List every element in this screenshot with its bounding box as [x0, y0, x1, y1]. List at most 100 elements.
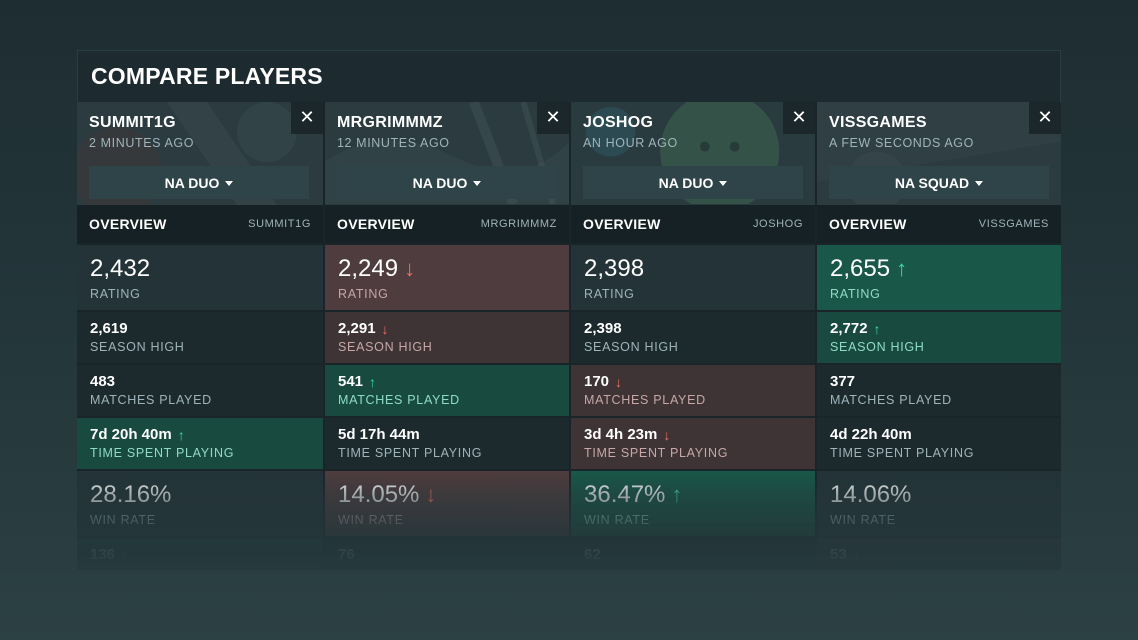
- chevron-down-icon: [719, 180, 728, 186]
- stat-value: 7d 20h 40m: [90, 426, 172, 443]
- stat-value: 36.47%: [584, 481, 666, 508]
- stat-label: RATING: [90, 287, 141, 301]
- chevron-down-icon: [225, 180, 234, 186]
- stat-label: TIME SPENT PLAYING: [584, 446, 729, 460]
- player-header: JOSHOG AN HOUR AGO NA DUO ✕: [571, 102, 815, 205]
- chevron-down-icon: [473, 180, 482, 186]
- stat-row: 2,655 ↑ RATING: [817, 243, 1061, 310]
- stat-value-row: 377: [830, 373, 1048, 390]
- stat-row: 136 ↑: [77, 536, 323, 570]
- stat-row: 14.05% ↓ WIN RATE: [325, 469, 569, 536]
- player-columns: SUMMIT1G 2 MINUTES AGO NA DUO ✕ OVERVIEW SUMM…: [77, 102, 1061, 570]
- overview-tab-bar: OVERVIEW VISSGAMES: [817, 205, 1061, 243]
- stat-value: 14.05%: [338, 481, 420, 508]
- stat-value-row: 170 ↓: [584, 373, 802, 390]
- stat-row: 36.47% ↑ WIN RATE: [571, 469, 815, 536]
- stat-row: 53 ↓: [817, 536, 1061, 570]
- player-name[interactable]: SUMMIT1G: [89, 114, 311, 132]
- tab-username[interactable]: VISSGAMES: [979, 218, 1049, 230]
- stat-value: 136: [90, 546, 116, 563]
- stat-value: 2,249: [338, 255, 399, 282]
- arrow-up-icon: ↑: [369, 373, 377, 390]
- stat-value-row: 76: [338, 546, 556, 563]
- mode-label: NA DUO: [164, 174, 220, 191]
- arrow-down-icon: ↓: [425, 482, 437, 507]
- stat-row: 483 MATCHES PLAYED: [77, 363, 323, 416]
- stat-value-row: 14.06%: [830, 481, 1048, 509]
- stat-value: 62: [584, 546, 601, 563]
- stat-row: 3d 4h 23m ↓ TIME SPENT PLAYING: [571, 416, 815, 469]
- mode-label: NA SQUAD: [894, 174, 970, 191]
- stat-value: 2,398: [584, 255, 645, 282]
- arrow-up-icon: ↑: [177, 426, 185, 443]
- player-column: SUMMIT1G 2 MINUTES AGO NA DUO ✕ OVERVIEW SUMM…: [77, 102, 323, 570]
- stat-label: MATCHES PLAYED: [338, 393, 460, 407]
- stat-row: 2,619 SEASON HIGH: [77, 310, 323, 363]
- close-icon[interactable]: ✕: [783, 102, 815, 134]
- stat-row: 377 MATCHES PLAYED: [817, 363, 1061, 416]
- stat-value-row: 2,398: [584, 255, 802, 283]
- stat-value-row: 541 ↑: [338, 373, 556, 390]
- player-name[interactable]: VISSGAMES: [829, 114, 1049, 132]
- overview-tab-bar: OVERVIEW MRGRIMMMZ: [325, 205, 569, 243]
- overview-tab-bar: OVERVIEW JOSHOG: [571, 205, 815, 243]
- last-updated: A FEW SECONDS AGO: [829, 136, 974, 150]
- stat-row: 28.16% WIN RATE: [77, 469, 323, 536]
- arrow-down-icon: ↓: [852, 546, 860, 563]
- stat-row: 5d 17h 44m TIME SPENT PLAYING: [325, 416, 569, 469]
- player-name[interactable]: JOSHOG: [583, 114, 803, 132]
- stat-value-row: 2,655 ↑: [830, 255, 1048, 283]
- stat-row: 2,291 ↓ SEASON HIGH: [325, 310, 569, 363]
- arrow-down-icon: ↓: [404, 256, 416, 281]
- mode-dropdown[interactable]: NA DUO: [89, 166, 309, 199]
- stat-row: 7d 20h 40m ↑ TIME SPENT PLAYING: [77, 416, 323, 469]
- arrow-up-icon: ↑: [121, 546, 129, 563]
- stat-value: 5d 17h 44m: [338, 426, 420, 443]
- close-icon[interactable]: ✕: [291, 102, 323, 134]
- close-icon[interactable]: ✕: [1029, 102, 1061, 134]
- player-header: MRGRIMMMZ 12 MINUTES AGO NA DUO ✕: [325, 102, 569, 205]
- stat-value: 2,291: [338, 320, 376, 337]
- arrow-up-icon: ↑: [873, 320, 881, 337]
- player-column: JOSHOG AN HOUR AGO NA DUO ✕ OVERVIEW JOSHOG 2,…: [569, 102, 815, 570]
- stat-value: 541: [338, 373, 364, 390]
- tab-overview[interactable]: OVERVIEW: [337, 216, 415, 232]
- stat-value-row: 36.47% ↑: [584, 481, 802, 509]
- tab-overview[interactable]: OVERVIEW: [583, 216, 661, 232]
- stat-value-row: 62: [584, 546, 802, 563]
- stat-value: 2,772: [830, 320, 868, 337]
- mode-dropdown[interactable]: NA DUO: [337, 166, 557, 199]
- tab-username[interactable]: MRGRIMMMZ: [481, 218, 557, 230]
- tab-overview[interactable]: OVERVIEW: [89, 216, 167, 232]
- player-column: MRGRIMMMZ 12 MINUTES AGO NA DUO ✕ OVERVIEW MR…: [323, 102, 569, 570]
- stat-value-row: 136 ↑: [90, 546, 310, 563]
- stat-value: 377: [830, 373, 856, 390]
- stat-row: 76: [325, 536, 569, 570]
- stat-value: 2,432: [90, 255, 151, 282]
- tab-username[interactable]: JOSHOG: [753, 218, 803, 230]
- arrow-up-icon: ↑: [671, 482, 683, 507]
- stat-label: MATCHES PLAYED: [830, 393, 952, 407]
- tab-overview[interactable]: OVERVIEW: [829, 216, 907, 232]
- close-icon[interactable]: ✕: [537, 102, 569, 134]
- tab-username[interactable]: SUMMIT1G: [248, 218, 311, 230]
- stat-value: 2,398: [584, 320, 622, 337]
- mode-dropdown[interactable]: NA DUO: [583, 166, 803, 199]
- player-header: SUMMIT1G 2 MINUTES AGO NA DUO ✕: [77, 102, 323, 205]
- player-header: VISSGAMES A FEW SECONDS AGO NA SQUAD ✕: [817, 102, 1061, 205]
- stat-value-row: 2,398: [584, 320, 802, 337]
- mode-label: NA DUO: [412, 174, 468, 191]
- mode-label: NA DUO: [658, 174, 714, 191]
- stat-label: WIN RATE: [90, 513, 156, 527]
- stat-label: TIME SPENT PLAYING: [90, 446, 235, 460]
- stat-value-row: 2,432: [90, 255, 310, 283]
- stat-label: SEASON HIGH: [90, 340, 185, 354]
- stat-value: 2,655: [830, 255, 891, 282]
- overview-tab-bar: OVERVIEW SUMMIT1G: [77, 205, 323, 243]
- stat-row: 170 ↓ MATCHES PLAYED: [571, 363, 815, 416]
- player-name[interactable]: MRGRIMMMZ: [337, 114, 557, 132]
- stat-value-row: 4d 22h 40m: [830, 426, 1048, 443]
- page-title: COMPARE PLAYERS: [91, 63, 323, 89]
- mode-dropdown[interactable]: NA SQUAD: [829, 166, 1049, 199]
- stat-value-row: 7d 20h 40m ↑: [90, 426, 310, 443]
